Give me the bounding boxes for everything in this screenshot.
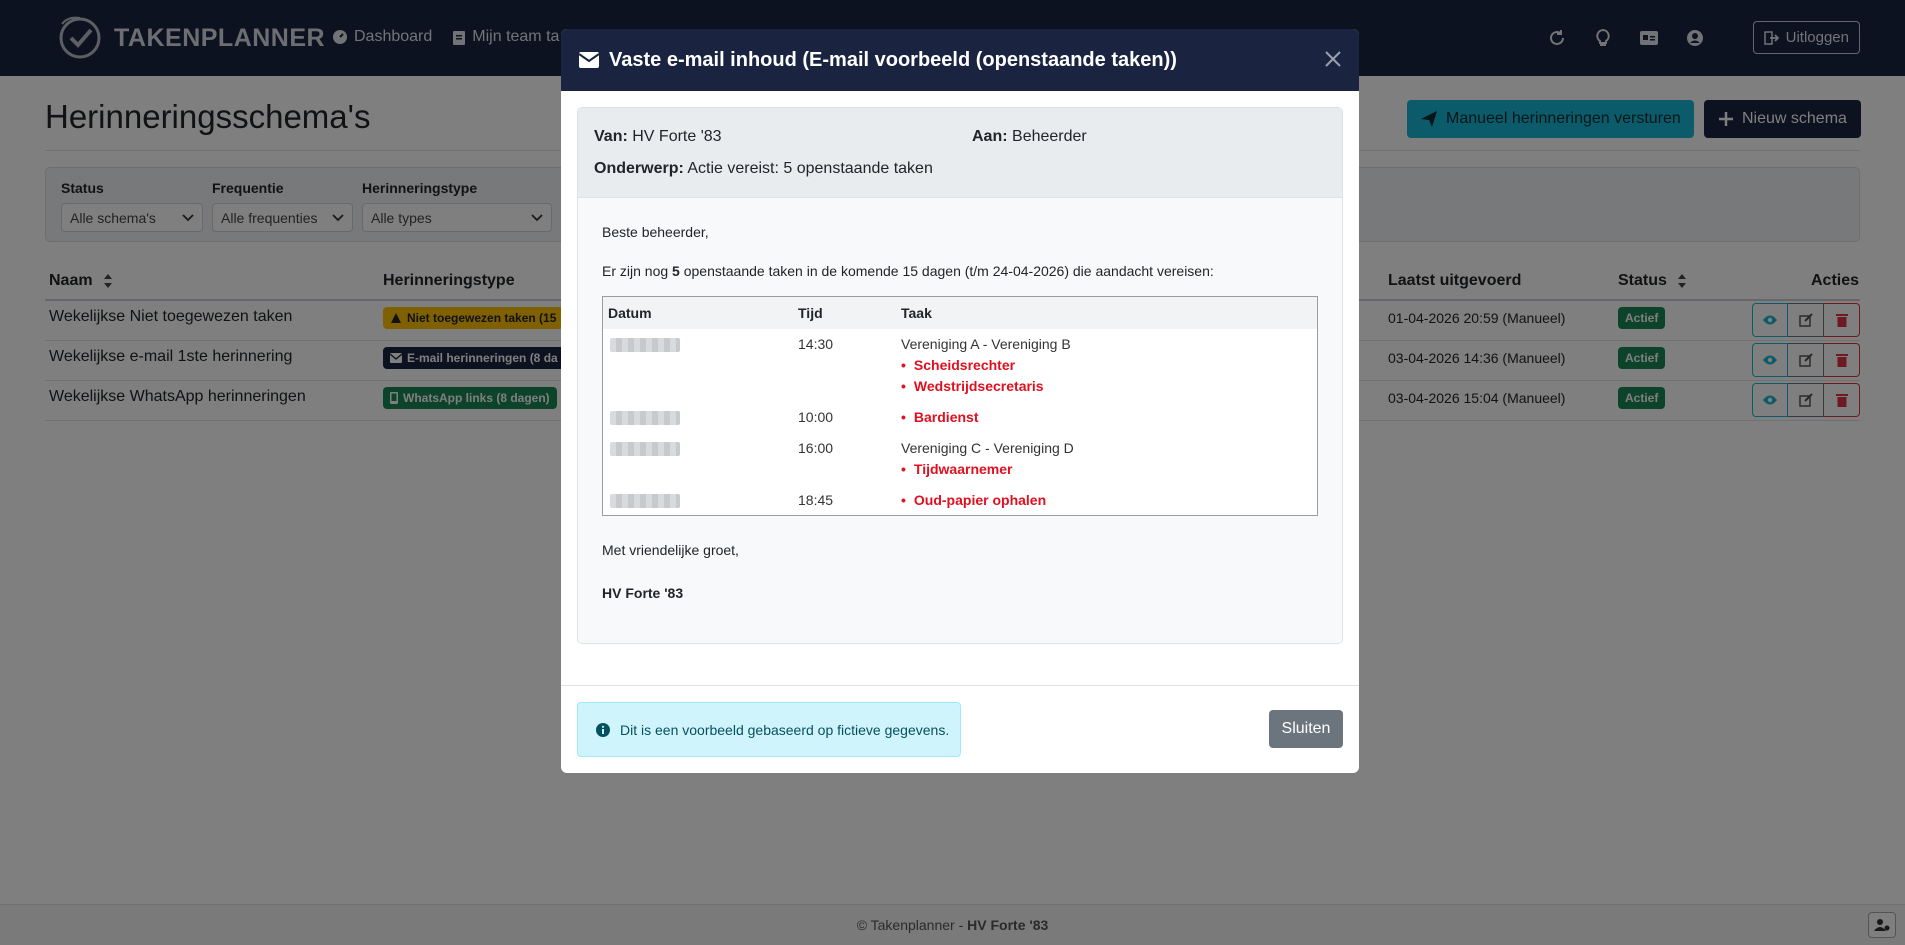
blurred-date	[610, 411, 680, 425]
email-to-value: Beheerder	[1012, 128, 1087, 145]
task-1-item-2: Wedstrijdsecretaris	[901, 378, 1044, 394]
task-col-task: Taak	[901, 305, 932, 321]
task-1-item-1: Scheidsrechter	[901, 357, 1015, 373]
email-preview-modal: Vaste e-mail inhoud (E-mail voorbeeld (o…	[561, 29, 1359, 773]
email-preview-card: Van: HV Forte '83 Aan: Beheerder Onderwe…	[577, 107, 1343, 644]
email-from-value: HV Forte '83	[632, 128, 722, 145]
task-3-item-1: Tijdwaarnemer	[901, 461, 1013, 477]
info-alert: Dit is een voorbeeld gebaseerd op fictie…	[577, 702, 961, 757]
email-from-label: Van:	[594, 128, 628, 145]
email-intro-count: 5	[672, 263, 680, 279]
close-icon	[1325, 51, 1341, 67]
task-2-time: 10:00	[798, 409, 834, 425]
task-col-time: Tijd	[798, 305, 823, 321]
modal-close-button[interactable]	[1321, 47, 1345, 71]
email-to: Aan: Beheerder	[972, 128, 1087, 146]
task-col-date: Datum	[608, 305, 652, 321]
email-subject-label: Onderwerp:	[594, 160, 684, 177]
task-3-time: 16:00	[798, 440, 834, 456]
blurred-date	[610, 442, 680, 456]
modal-title: Vaste e-mail inhoud (E-mail voorbeeld (o…	[609, 48, 1177, 71]
envelope-icon	[579, 52, 599, 68]
modal-header: Vaste e-mail inhoud (E-mail voorbeeld (o…	[561, 29, 1359, 91]
email-closing: Met vriendelijke groet,	[602, 542, 739, 558]
email-subject-value: Actie vereist: 5 openstaande taken	[687, 160, 933, 177]
task-4-time: 18:45	[798, 492, 834, 508]
task-table: Datum Tijd Taak 14:30 Vereniging A - Ver…	[602, 296, 1318, 516]
task-1-match: Vereniging A - Vereniging B	[901, 336, 1071, 352]
modal-footer-divider	[561, 685, 1359, 686]
task-4-item-1: Oud-papier ophalen	[901, 492, 1046, 508]
email-subject: Onderwerp: Actie vereist: 5 openstaande …	[594, 160, 933, 178]
email-intro: Er zijn nog 5 openstaande taken in de ko…	[602, 263, 1318, 279]
blurred-date	[610, 338, 680, 352]
task-table-header: Datum Tijd Taak	[603, 297, 1317, 329]
task-2-item-1: Bardienst	[901, 409, 979, 425]
email-intro-post: openstaande taken in de komende 15 dagen…	[679, 263, 1214, 279]
email-to-label: Aan:	[972, 128, 1008, 145]
email-header: Van: HV Forte '83 Aan: Beheerder Onderwe…	[578, 108, 1342, 198]
email-signature: HV Forte '83	[602, 585, 684, 601]
task-3-match: Vereniging C - Vereniging D	[901, 440, 1074, 456]
blurred-date	[610, 494, 680, 508]
task-1-time: 14:30	[798, 336, 834, 352]
info-circle-icon	[596, 722, 610, 737]
email-greeting: Beste beheerder,	[602, 224, 709, 240]
info-alert-text: Dit is een voorbeeld gebaseerd op fictie…	[620, 721, 950, 738]
close-button[interactable]: Sluiten	[1269, 710, 1343, 748]
email-from: Van: HV Forte '83	[594, 128, 722, 146]
email-intro-pre: Er zijn nog	[602, 263, 673, 279]
